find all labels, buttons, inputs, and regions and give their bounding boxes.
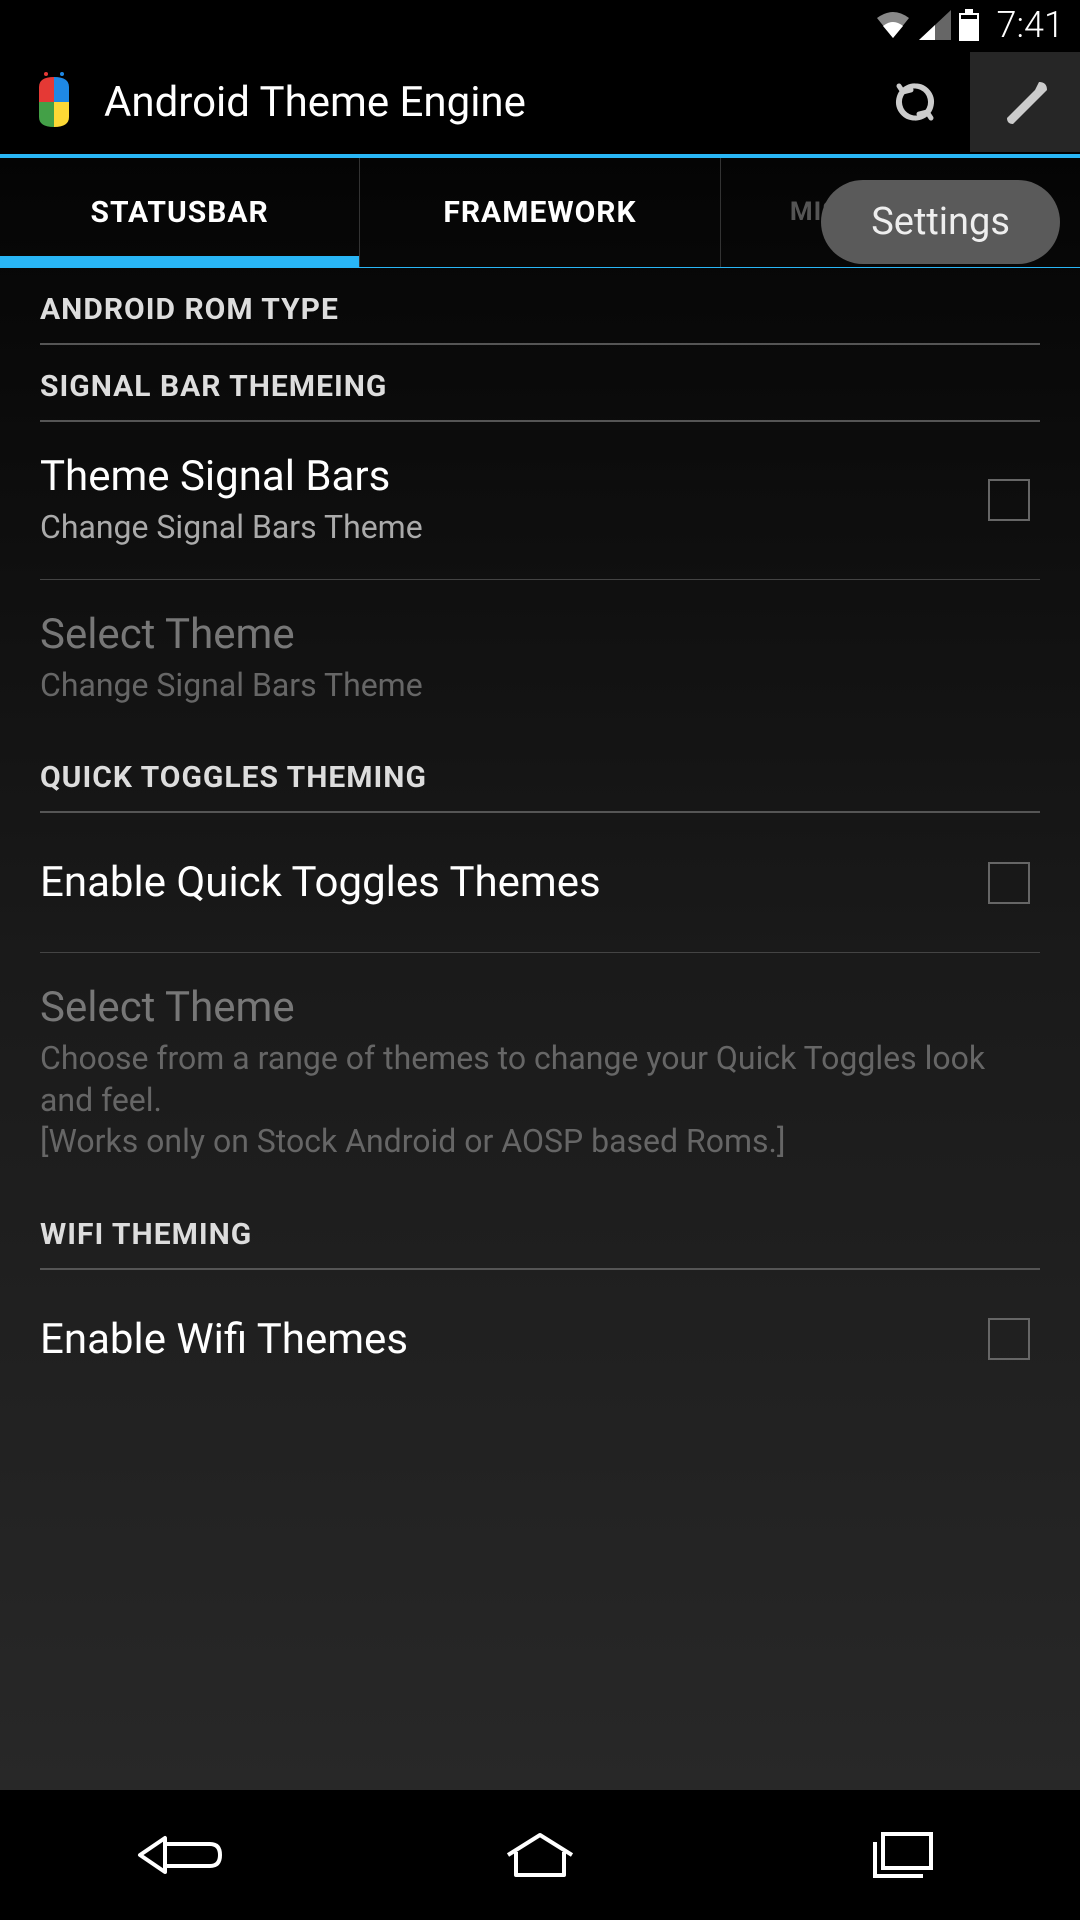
- home-icon: [500, 1830, 580, 1880]
- section-wifi: WIFI THEMING: [20, 1193, 1060, 1268]
- section-signal-bar: SIGNAL BAR THEMEING: [20, 345, 1060, 420]
- tab-framework-label: FRAMEWORK: [443, 195, 636, 230]
- action-bar: Android Theme Engine: [0, 50, 1080, 158]
- refresh-button[interactable]: [860, 52, 970, 152]
- wrench-icon: [997, 74, 1053, 130]
- navigation-bar: [0, 1790, 1080, 1920]
- recent-icon: [865, 1830, 935, 1880]
- checkbox[interactable]: [988, 479, 1030, 521]
- item-select-theme-signal[interactable]: Select Theme Change Signal Bars Theme: [20, 580, 1060, 737]
- item-subtitle: Change Signal Bars Theme: [40, 507, 968, 549]
- content: ANDROID ROM TYPE SIGNAL BAR THEMEING The…: [0, 268, 1080, 1409]
- signal-icon: [919, 10, 951, 40]
- tab-framework[interactable]: FRAMEWORK: [359, 158, 720, 267]
- checkbox[interactable]: [988, 1318, 1030, 1360]
- settings-tooltip: Settings: [821, 180, 1060, 264]
- item-title: Enable Quick Toggles Themes: [40, 858, 968, 907]
- app-icon: [24, 72, 84, 132]
- home-button[interactable]: [480, 1825, 600, 1885]
- section-rom-type: ANDROID ROM TYPE: [20, 268, 1060, 343]
- back-icon: [135, 1830, 225, 1880]
- status-time: 7:41: [997, 4, 1064, 46]
- status-bar: 7:41: [0, 0, 1080, 50]
- item-enable-quick-toggles[interactable]: Enable Quick Toggles Themes: [20, 813, 1060, 952]
- tab-statusbar[interactable]: STATUSBAR: [0, 158, 359, 267]
- back-button[interactable]: [120, 1825, 240, 1885]
- wifi-icon: [875, 10, 911, 40]
- item-title: Enable Wifi Themes: [40, 1315, 968, 1364]
- item-subtitle: Change Signal Bars Theme: [40, 665, 1040, 707]
- item-title: Select Theme: [40, 983, 1040, 1032]
- item-select-theme-toggles[interactable]: Select Theme Choose from a range of them…: [20, 953, 1060, 1193]
- status-icons: 7:41: [875, 4, 1064, 46]
- item-title: Select Theme: [40, 610, 1040, 659]
- settings-button[interactable]: [970, 52, 1080, 152]
- checkbox[interactable]: [988, 862, 1030, 904]
- tab-statusbar-label: STATUSBAR: [91, 195, 269, 230]
- refresh-icon: [891, 78, 939, 126]
- item-subtitle: Choose from a range of themes to change …: [40, 1038, 1040, 1163]
- section-quick-toggles: QUICK TOGGLES THEMING: [20, 736, 1060, 811]
- item-theme-signal-bars[interactable]: Theme Signal Bars Change Signal Bars The…: [20, 422, 1060, 579]
- battery-icon: [959, 9, 979, 41]
- recent-apps-button[interactable]: [840, 1825, 960, 1885]
- app-title: Android Theme Engine: [104, 78, 860, 127]
- item-enable-wifi[interactable]: Enable Wifi Themes: [20, 1270, 1060, 1409]
- item-title: Theme Signal Bars: [40, 452, 968, 501]
